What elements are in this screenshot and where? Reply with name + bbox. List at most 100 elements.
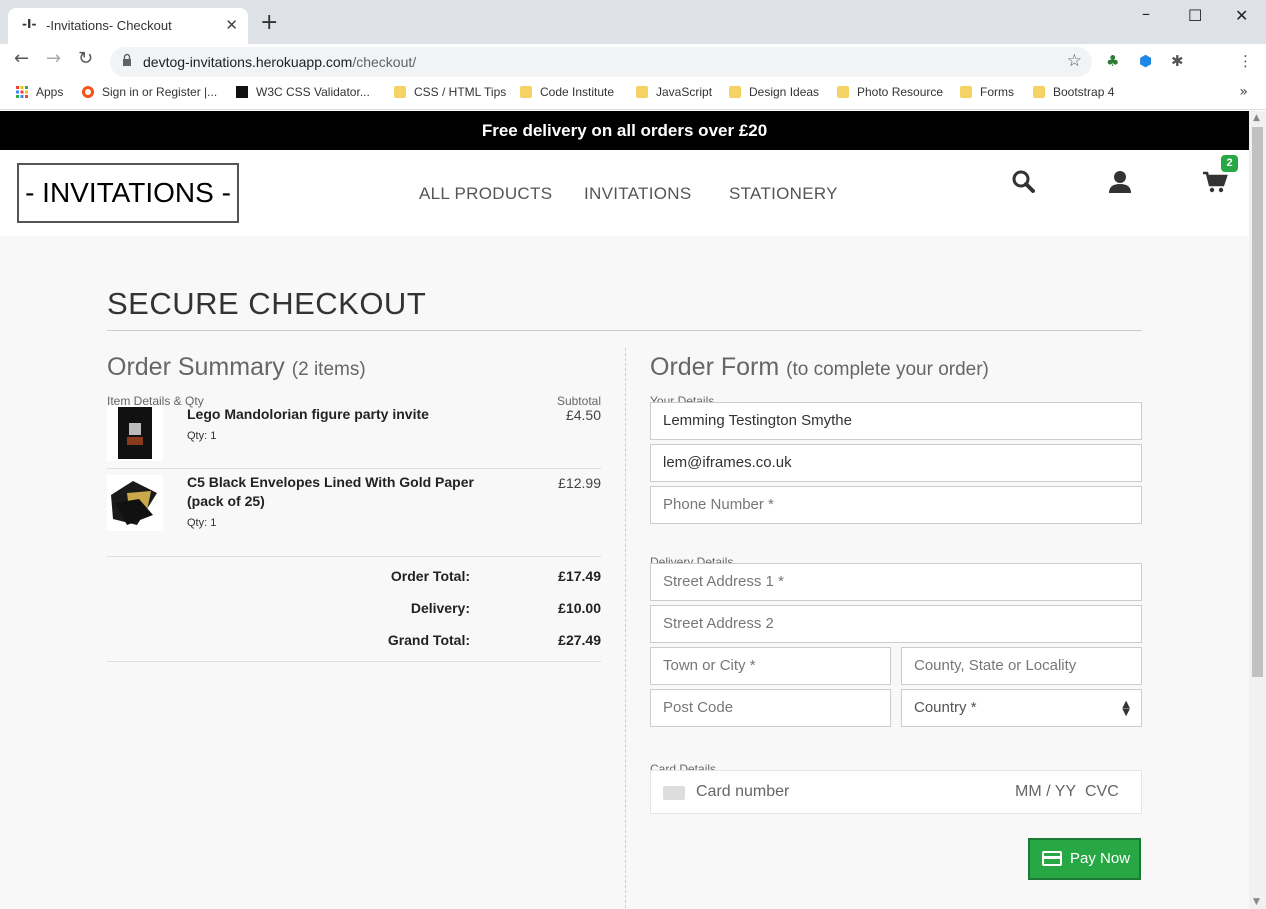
totals-divider (107, 661, 601, 662)
site-header: - INVITATIONS - ALL PRODUCTS INVITATIONS… (0, 150, 1249, 236)
more-bookmarks-icon[interactable]: » (1239, 84, 1248, 100)
scroll-up-icon[interactable]: ▲ (1253, 113, 1260, 123)
lock-icon (123, 53, 131, 66)
credit-card-icon (1042, 851, 1062, 866)
site-logo[interactable]: - INVITATIONS - (17, 163, 239, 223)
w3c-icon (236, 86, 248, 98)
bookmark-javascript[interactable]: JavaScript (636, 85, 712, 99)
page-viewport: Free delivery on all orders over £20 - I… (0, 111, 1249, 909)
bookmark-label: Bootstrap 4 (1053, 85, 1115, 99)
card-element[interactable]: Card number MM / YY CVC (650, 770, 1142, 814)
bookmark-w3c[interactable]: W3C CSS Validator... (236, 85, 370, 99)
item-price: £4.50 (565, 407, 601, 423)
account-icon[interactable] (1107, 169, 1133, 195)
town-city-input[interactable]: Town or City * (650, 647, 891, 685)
nav-invitations[interactable]: INVITATIONS (584, 184, 692, 204)
bookmark-label: Apps (36, 85, 64, 99)
bookmark-label: Code Institute (540, 85, 615, 99)
url-text: devtog-invitations.herokuapp.com/checkou… (143, 54, 417, 70)
full-name-input[interactable]: Lemming Testington Smythe (650, 402, 1142, 440)
bookmark-code-institute[interactable]: Code Institute (520, 85, 614, 99)
extensions-puzzle-icon[interactable]: ✱ (1171, 52, 1184, 70)
select-arrows-icon: ▲ ▼ (1122, 699, 1130, 718)
maximize-window-icon[interactable]: ☐ (1188, 6, 1202, 25)
browser-tab-bar: -I- -Invitations- Checkout ✕ + – ☐ ✕ (0, 0, 1266, 44)
bookmark-css-tips[interactable]: CSS / HTML Tips (394, 85, 506, 99)
browser-toolbar: ← → ↻ devtog-invitations.herokuapp.com/c… (0, 44, 1266, 78)
bookmark-photo-resource[interactable]: Photo Resource (837, 85, 943, 99)
bookmark-label: Design Ideas (749, 85, 820, 99)
bookmark-forms[interactable]: Forms (960, 85, 1014, 99)
email-input[interactable]: lem@iframes.co.uk (650, 444, 1142, 482)
card-expiry-input[interactable]: MM / YY (1015, 783, 1076, 801)
address-bar[interactable]: devtog-invitations.herokuapp.com/checkou… (110, 47, 1092, 77)
title-divider (107, 330, 1142, 331)
subtotal-header: Subtotal (556, 394, 601, 408)
postcode-input[interactable]: Post Code (650, 689, 891, 727)
page-scrollbar[interactable]: ▲ ▼ (1249, 111, 1266, 909)
order-total-value: £17.49 (558, 568, 601, 584)
folder-icon (729, 86, 741, 98)
phone-number-input[interactable]: Phone Number * (650, 486, 1142, 524)
column-divider (625, 348, 626, 908)
bookmark-bootstrap[interactable]: Bootstrap 4 (1033, 85, 1114, 99)
scroll-down-icon[interactable]: ▼ (1253, 897, 1260, 907)
page-title: SECURE CHECKOUT (107, 286, 427, 321)
product-image-black-envelopes[interactable] (107, 475, 163, 531)
item-divider (107, 468, 601, 469)
credit-card-icon (663, 786, 685, 800)
bookmark-apps[interactable]: Apps (16, 85, 63, 99)
delivery-label: Delivery: (410, 600, 470, 616)
item-name: Lego Mandolorian figure party invite (187, 406, 429, 422)
cart-count-badge: 2 (1221, 155, 1238, 172)
county-input[interactable]: County, State or Locality (901, 647, 1142, 685)
free-delivery-banner: Free delivery on all orders over £20 (0, 111, 1249, 150)
order-total-label: Order Total: (390, 568, 470, 584)
country-select[interactable]: Country * ▲ ▼ (901, 689, 1142, 727)
card-number-input[interactable]: Card number (696, 783, 789, 801)
cart-icon[interactable] (1202, 169, 1228, 195)
html-validator-extension-icon[interactable]: ♣ (1106, 52, 1119, 70)
card-cvc-input[interactable]: CVC (1085, 783, 1119, 801)
extension-hexagon-icon[interactable]: ⬢ (1139, 52, 1152, 70)
bookmark-label: Forms (980, 85, 1014, 99)
product-image-mandalorian-invite[interactable] (107, 405, 163, 461)
bookmark-design-ideas[interactable]: Design Ideas (729, 85, 819, 99)
reload-icon[interactable]: ↻ (78, 48, 93, 69)
pay-now-button[interactable]: Pay Now (1028, 838, 1141, 880)
street-address-2-input[interactable]: Street Address 2 (650, 605, 1142, 643)
site-favicon-icon: -I- (22, 17, 37, 31)
circle-logo-icon (82, 86, 94, 98)
item-qty: Qty: 1 (187, 517, 217, 529)
bookmark-label: Sign in or Register |... (102, 85, 218, 99)
bookmark-label: CSS / HTML Tips (414, 85, 507, 99)
apps-grid-icon (16, 86, 28, 98)
items-end-divider (107, 556, 601, 557)
bookmark-label: JavaScript (656, 85, 713, 99)
bookmark-label: Photo Resource (857, 85, 944, 99)
item-price: £12.99 (558, 475, 601, 491)
item-name: C5 Black Envelopes Lined With Gold Paper… (187, 474, 474, 509)
bookmark-star-icon[interactable]: ☆ (1067, 51, 1082, 71)
back-icon[interactable]: ← (14, 48, 29, 69)
nav-stationery[interactable]: STATIONERY (729, 184, 838, 204)
scrollbar-thumb[interactable] (1252, 127, 1263, 677)
browser-menu-icon[interactable]: ⋮ (1238, 52, 1253, 70)
forward-icon[interactable]: → (46, 48, 61, 69)
street-address-1-input[interactable]: Street Address 1 * (650, 563, 1142, 601)
item-qty: Qty: 1 (187, 430, 217, 442)
folder-icon (960, 86, 972, 98)
order-summary-heading: Order Summary (2 items) (107, 353, 366, 381)
new-tab-button[interactable]: + (260, 12, 278, 34)
minimize-window-icon[interactable]: – (1142, 4, 1150, 23)
close-tab-icon[interactable]: ✕ (225, 16, 238, 34)
delivery-value: £10.00 (558, 600, 601, 616)
bookmark-sign-in[interactable]: Sign in or Register |... (82, 85, 217, 99)
close-window-icon[interactable]: ✕ (1235, 6, 1248, 25)
nav-all-products[interactable]: ALL PRODUCTS (419, 184, 552, 204)
order-form-heading: Order Form (to complete your order) (650, 353, 989, 381)
tab-title: -Invitations- Checkout (46, 18, 172, 33)
browser-tab[interactable]: -I- -Invitations- Checkout ✕ (8, 8, 248, 44)
search-icon[interactable] (1011, 169, 1037, 195)
grand-total-label: Grand Total: (387, 632, 470, 648)
